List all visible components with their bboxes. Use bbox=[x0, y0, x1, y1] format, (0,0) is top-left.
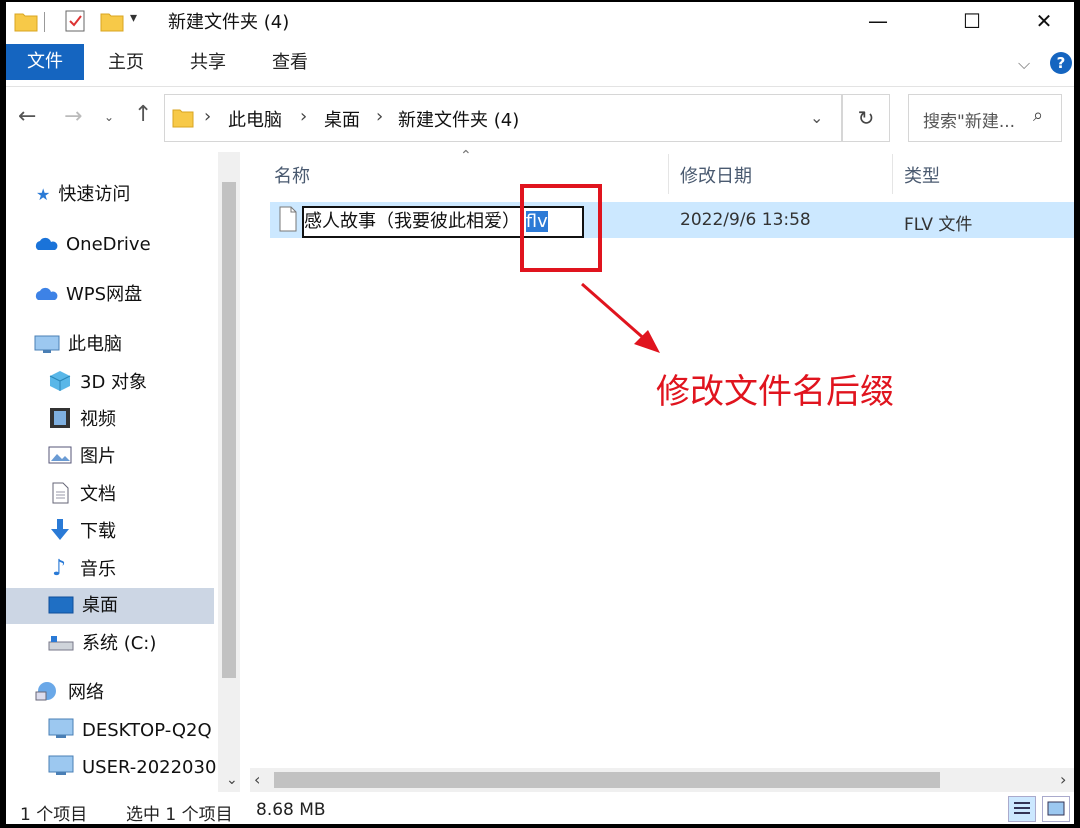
recent-locations-chevron-icon[interactable]: ⌄ bbox=[104, 110, 114, 124]
wps-cloud-icon bbox=[35, 287, 58, 300]
sidebar-item-downloads[interactable]: 下载 bbox=[48, 515, 116, 549]
explorer-window: ▾ 新建文件夹 (4) — ☐ ✕ 文件 主页 共享 查看 ⌵ ? ← → ⌄ … bbox=[6, 2, 1074, 824]
refresh-button[interactable]: ↻ bbox=[842, 94, 890, 142]
breadcrumb-separator-icon[interactable]: › bbox=[204, 106, 211, 127]
large-icons-view-button[interactable] bbox=[1042, 796, 1070, 822]
sidebar-item-wps-cloud[interactable]: WPS网盘 bbox=[34, 278, 142, 312]
download-icon bbox=[51, 519, 69, 540]
breadcrumb-current-folder[interactable]: 新建文件夹 (4) bbox=[398, 106, 519, 132]
large-icons-view-icon bbox=[1047, 801, 1065, 816]
sidebar-item-onedrive[interactable]: OneDrive bbox=[34, 228, 151, 262]
column-header-name[interactable]: 名称 bbox=[274, 162, 310, 188]
sidebar-scrollbar-thumb[interactable] bbox=[222, 182, 236, 678]
drive-icon bbox=[48, 636, 74, 651]
file-modified-date: 2022/9/6 13:58 bbox=[680, 210, 811, 230]
status-selected-count: 选中 1 个项目 bbox=[126, 805, 233, 824]
quick-access-toolbar-dropdown[interactable]: ▾ bbox=[130, 10, 137, 26]
network-icon bbox=[35, 682, 56, 701]
ribbon-bar bbox=[6, 42, 1074, 87]
maximize-button[interactable]: ☐ bbox=[942, 2, 1002, 40]
search-placeholder: 搜索"新建... bbox=[923, 112, 1016, 132]
folder-icon bbox=[14, 13, 38, 32]
tab-file[interactable]: 文件 bbox=[6, 44, 84, 80]
cloud-icon bbox=[35, 237, 58, 250]
monitor-icon bbox=[48, 718, 74, 738]
forward-arrow-icon[interactable]: → bbox=[64, 104, 82, 129]
sidebar-item-videos[interactable]: 视频 bbox=[48, 403, 116, 437]
desktop-icon bbox=[48, 596, 74, 614]
sidebar-item-quick-access[interactable]: ★ 快速访问 bbox=[36, 178, 130, 212]
scroll-down-arrow-icon[interactable]: ⌄ bbox=[226, 772, 238, 788]
annotation-label: 修改文件名后缀 bbox=[656, 372, 894, 412]
ribbon-expand-chevron-icon[interactable]: ⌵ bbox=[1018, 54, 1030, 74]
horizontal-scrollbar-thumb[interactable] bbox=[274, 772, 940, 788]
document-icon bbox=[52, 482, 69, 504]
sidebar-item-desktop-q2q[interactable]: DESKTOP-Q2Q bbox=[48, 714, 212, 748]
column-header-modified[interactable]: 修改日期 bbox=[680, 162, 752, 188]
computer-icon bbox=[34, 335, 60, 353]
back-arrow-icon[interactable]: ← bbox=[18, 104, 36, 129]
scroll-right-arrow-icon[interactable]: › bbox=[1060, 770, 1066, 789]
sidebar-item-network[interactable]: 网络 bbox=[34, 676, 104, 710]
scroll-left-arrow-icon[interactable]: ‹ bbox=[254, 770, 260, 789]
tab-view[interactable]: 查看 bbox=[272, 46, 308, 80]
cube-icon bbox=[49, 371, 71, 391]
column-header-type[interactable]: 类型 bbox=[904, 162, 940, 188]
breadcrumb-this-pc[interactable]: 此电脑 bbox=[228, 106, 282, 132]
address-folder-icon bbox=[172, 109, 194, 128]
sidebar-item-pictures[interactable]: 图片 bbox=[48, 440, 116, 474]
close-button[interactable]: ✕ bbox=[1014, 2, 1074, 40]
sidebar-item-desktop[interactable]: 桌面 bbox=[48, 589, 118, 623]
sidebar-item-music[interactable]: ♪ 音乐 bbox=[48, 552, 116, 586]
sidebar-item-system-c[interactable]: 系统 (C:) bbox=[48, 627, 156, 661]
video-icon bbox=[50, 408, 70, 428]
sidebar-item-this-pc[interactable]: 此电脑 bbox=[34, 328, 122, 362]
minimize-button[interactable]: — bbox=[848, 2, 908, 40]
annotation-highlight-box bbox=[520, 184, 602, 272]
breadcrumb-separator-icon[interactable]: › bbox=[376, 106, 383, 127]
music-icon: ♪ bbox=[51, 556, 67, 581]
star-icon: ★ bbox=[36, 185, 51, 204]
sidebar-item-user-2022030[interactable]: USER-2022030 bbox=[48, 751, 216, 785]
address-history-chevron-icon[interactable]: ⌄ bbox=[810, 108, 823, 127]
properties-icon[interactable] bbox=[64, 9, 86, 33]
sort-ascending-chevron-icon: ⌃ bbox=[460, 148, 472, 164]
sidebar-item-3d-objects[interactable]: 3D 对象 bbox=[48, 366, 147, 400]
file-icon bbox=[279, 206, 297, 232]
help-icon[interactable]: ? bbox=[1050, 52, 1072, 74]
pictures-icon bbox=[48, 446, 72, 464]
annotation-arrow-icon bbox=[581, 282, 660, 353]
tab-home[interactable]: 主页 bbox=[108, 46, 144, 80]
file-type: FLV 文件 bbox=[904, 215, 973, 235]
title-bar bbox=[6, 2, 1074, 42]
search-input[interactable]: 搜索"新建... ⌕ bbox=[908, 94, 1062, 142]
status-item-count: 1 个项目 bbox=[20, 805, 88, 824]
details-view-icon bbox=[1014, 802, 1030, 814]
details-view-button[interactable] bbox=[1008, 796, 1036, 822]
breadcrumb-desktop[interactable]: 桌面 bbox=[324, 106, 360, 132]
window-title: 新建文件夹 (4) bbox=[168, 12, 290, 33]
breadcrumb-separator-icon[interactable]: › bbox=[300, 106, 307, 127]
new-folder-icon[interactable] bbox=[100, 10, 124, 32]
monitor-icon bbox=[48, 755, 74, 775]
search-icon: ⌕ bbox=[1033, 105, 1044, 126]
rename-base: 感人故事（我要彼此相爱） bbox=[304, 211, 520, 232]
up-arrow-icon[interactable]: ↑ bbox=[134, 102, 152, 127]
sidebar-item-documents[interactable]: 文档 bbox=[48, 478, 116, 512]
status-selected-size: 8.68 MB bbox=[256, 800, 326, 820]
tab-share[interactable]: 共享 bbox=[190, 46, 226, 80]
